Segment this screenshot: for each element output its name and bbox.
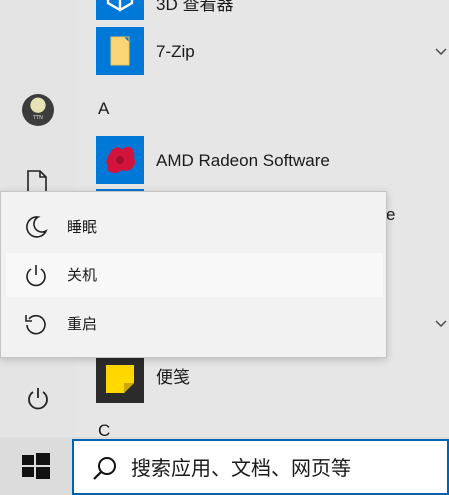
- app-label: e: [386, 205, 396, 224]
- power-icon[interactable]: [26, 386, 50, 410]
- taskbar: 搜索应用、文档、网页等: [0, 437, 449, 495]
- amd-radeon-icon: [96, 136, 144, 184]
- list-item-sticky-notes[interactable]: 便笺: [76, 355, 449, 411]
- chevron-down-icon[interactable]: [435, 320, 447, 328]
- list-item-amd-radeon[interactable]: AMD Radeon Software: [76, 136, 449, 192]
- chevron-down-icon[interactable]: [435, 48, 447, 56]
- app-label: 便笺: [156, 368, 190, 387]
- moon-icon: [26, 216, 48, 238]
- avatar-text: TTN: [33, 115, 43, 121]
- app-label: 7-Zip: [156, 42, 195, 61]
- power-icon: [26, 265, 46, 287]
- taskbar-search-box[interactable]: 搜索应用、文档、网页等: [72, 439, 449, 495]
- power-menu-item-restart[interactable]: 重启: [6, 302, 383, 346]
- 3d-viewer-icon: [96, 0, 144, 20]
- power-menu-label: 睡眠: [67, 218, 98, 236]
- app-label: 3D 查看器: [156, 0, 234, 14]
- windows-start-icon[interactable]: [22, 453, 50, 479]
- search-placeholder: 搜索应用、文档、网页等: [131, 456, 351, 480]
- list-item-7zip[interactable]: 7-Zip: [76, 27, 449, 83]
- power-menu-item-sleep[interactable]: 睡眠: [6, 205, 383, 249]
- power-menu-item-shutdown[interactable]: 关机: [6, 253, 383, 297]
- section-letter-a[interactable]: A: [98, 99, 109, 119]
- app-label: AMD Radeon Software: [156, 151, 330, 170]
- sticky-notes-icon: [96, 355, 144, 403]
- list-item-3d-viewer[interactable]: 3D 查看器: [76, 0, 449, 28]
- user-avatar[interactable]: TTN: [22, 94, 54, 126]
- power-menu-label: 重启: [67, 315, 98, 333]
- power-menu: 睡眠 关机 重启: [0, 191, 387, 358]
- 7zip-folder-icon: [96, 27, 144, 75]
- search-icon: [93, 457, 116, 480]
- power-menu-label: 关机: [67, 266, 98, 284]
- restart-icon: [25, 314, 46, 335]
